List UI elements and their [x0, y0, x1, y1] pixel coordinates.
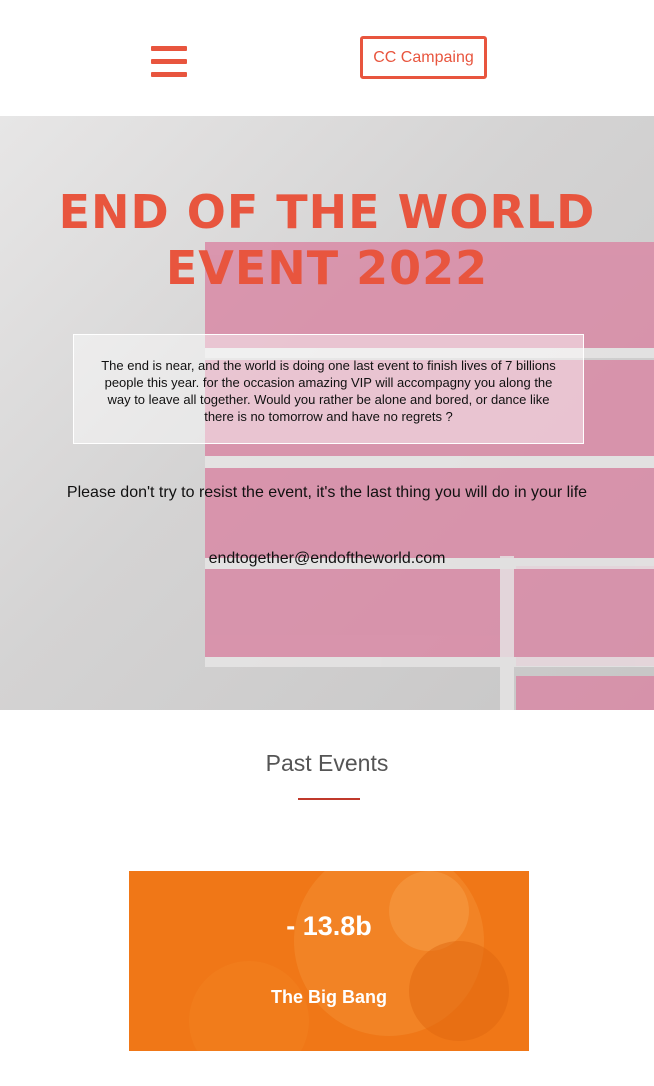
hero-section: END OF THE WORLD EVENT 2022 The end is n…: [0, 116, 654, 710]
hero-title-line2: EVENT 2022: [165, 241, 489, 295]
event-name: The Big Bang: [271, 987, 387, 1007]
intro-text-box: The end is near, and the world is doing …: [73, 334, 584, 444]
warning-text: Please don't try to resist the event, it…: [66, 484, 588, 501]
menu-bar-top: [151, 46, 187, 51]
cc-campaign-button[interactable]: CC Campaing: [360, 36, 487, 79]
event-year: - 13.8b: [286, 911, 372, 941]
menu-bar-bottom: [151, 72, 187, 77]
event-card-background: [189, 871, 509, 1051]
hero-title-line1: END OF THE WORLD: [58, 185, 596, 239]
event-card-big-bang[interactable]: - 13.8b The Big Bang: [129, 871, 529, 1051]
contact-email: endtogether@endoftheworld.com: [0, 550, 654, 568]
top-bar: CC Campaing: [0, 0, 654, 116]
title-underline-divider: [298, 798, 360, 800]
menu-bar-middle: [151, 59, 187, 64]
email-link[interactable]: endtogether@endoftheworld.com: [209, 550, 446, 567]
past-events-title: Past Events: [265, 750, 389, 776]
hero-title: END OF THE WORLD EVENT 2022: [0, 184, 654, 296]
hamburger-menu-icon[interactable]: [151, 46, 187, 78]
